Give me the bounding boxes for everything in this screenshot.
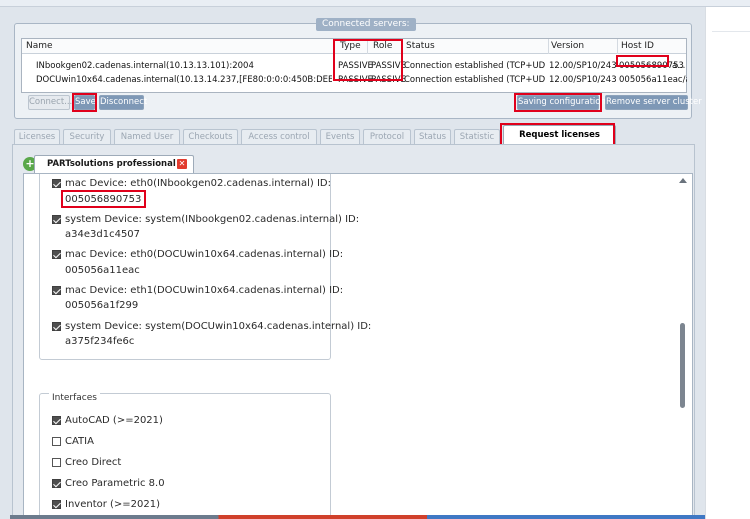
server-status: Connection established (TCP+UDP) (V3) <box>404 61 546 71</box>
tab-access-control[interactable]: Access control <box>241 129 317 144</box>
server-name: INbookgen02.cadenas.internal(10.13.13.10… <box>36 61 254 71</box>
interface-checkbox[interactable] <box>52 500 61 509</box>
col-status[interactable]: Status <box>406 41 435 51</box>
disconnect-button[interactable]: Disconnect <box>99 95 147 110</box>
device-label: system Device: system(DOCUwin10x64.caden… <box>65 321 372 332</box>
col-name[interactable]: Name <box>26 41 53 51</box>
server-host-id: 005056a11eac/a... <box>619 75 687 85</box>
tab-checkouts[interactable]: Checkouts <box>183 129 238 144</box>
save-highlight <box>72 93 97 112</box>
active-tab-highlight <box>500 123 615 146</box>
interfaces-title: Interfaces <box>49 393 100 403</box>
tab-protocol[interactable]: Protocol <box>363 129 411 144</box>
interface-checkbox[interactable] <box>52 479 61 488</box>
device-checkbox[interactable] <box>52 215 61 224</box>
device-label: mac Device: eth0(INbookgen02.cadenas.int… <box>65 178 331 189</box>
tab-events[interactable]: Events <box>320 129 360 144</box>
device-id: a375f234fe6c <box>65 336 135 347</box>
device-checkbox[interactable] <box>52 250 61 259</box>
devices-panel[interactable]: mac Device: eth0(INbookgen02.cadenas.int… <box>23 173 693 519</box>
col-version[interactable]: Version <box>551 41 584 51</box>
license-manager-window: Connected servers: Name Type Role Status… <box>0 7 705 519</box>
device-id: a34e3d1c4507 <box>65 229 141 240</box>
server-status: Connection established (TCP+UDP) (V3) <box>404 75 546 85</box>
tab-statistic[interactable]: Statistic <box>454 129 500 144</box>
right-side-panel <box>705 7 750 519</box>
device-checkbox[interactable] <box>52 179 61 188</box>
tab-licenses[interactable]: Licenses <box>14 129 60 144</box>
doc-tab-partsolutions[interactable]: PARTsolutions professional ✕ <box>34 155 194 173</box>
device-checkbox[interactable] <box>52 322 61 331</box>
interface-label: AutoCAD (>=2021) <box>65 415 163 426</box>
vertical-scrollbar[interactable] <box>676 174 690 519</box>
col-host-id[interactable]: Host ID <box>621 41 654 51</box>
interface-label: CATIA <box>65 436 94 447</box>
interface-label: Inventor (>=2021) <box>65 499 161 510</box>
device-id: 005056a1f299 <box>65 300 139 311</box>
connected-servers-title: Connected servers: <box>316 18 416 31</box>
server-name: DOCUwin10x64.cadenas.internal(10.13.14.2… <box>36 75 332 85</box>
interface-checkbox[interactable] <box>52 416 61 425</box>
server-version: 12.00/SP10/243168 <box>549 61 617 71</box>
remove-server-cluster-button[interactable]: Remove server cluster <box>605 95 702 110</box>
host-id-highlight <box>616 55 669 67</box>
tab-named-user[interactable]: Named User <box>114 129 180 144</box>
device-label: system Device: system(INbookgen02.cadena… <box>65 214 360 225</box>
server-version: 12.00/SP10/243168 <box>549 75 617 85</box>
server-host-id-overflow: a... <box>672 61 686 71</box>
interface-label: Creo Direct <box>65 457 122 468</box>
interface-label: Creo Parametric 8.0 <box>65 478 165 489</box>
interface-checkbox[interactable] <box>52 437 61 446</box>
connect-button[interactable]: Connect... <box>28 95 72 110</box>
tab-status[interactable]: Status <box>414 129 451 144</box>
taskbar-strip <box>10 515 705 519</box>
scroll-thumb[interactable] <box>680 323 685 408</box>
device-checkbox[interactable] <box>52 286 61 295</box>
saving-config-highlight <box>514 93 602 112</box>
interface-checkbox[interactable] <box>52 458 61 467</box>
tab-security[interactable]: Security <box>63 129 111 144</box>
type-role-highlight <box>333 39 403 81</box>
device-label: mac Device: eth0(DOCUwin10x64.cadenas.in… <box>65 249 344 260</box>
doc-tab-label: PARTsolutions professional <box>47 159 176 169</box>
device-id: 005056a11eac <box>65 265 140 276</box>
scroll-up-arrow-icon[interactable] <box>679 178 687 183</box>
device-id-highlight <box>61 190 146 208</box>
window-top-bar <box>0 0 750 7</box>
device-label: mac Device: eth1(DOCUwin10x64.cadenas.in… <box>65 285 344 296</box>
close-icon[interactable]: ✕ <box>177 159 187 169</box>
